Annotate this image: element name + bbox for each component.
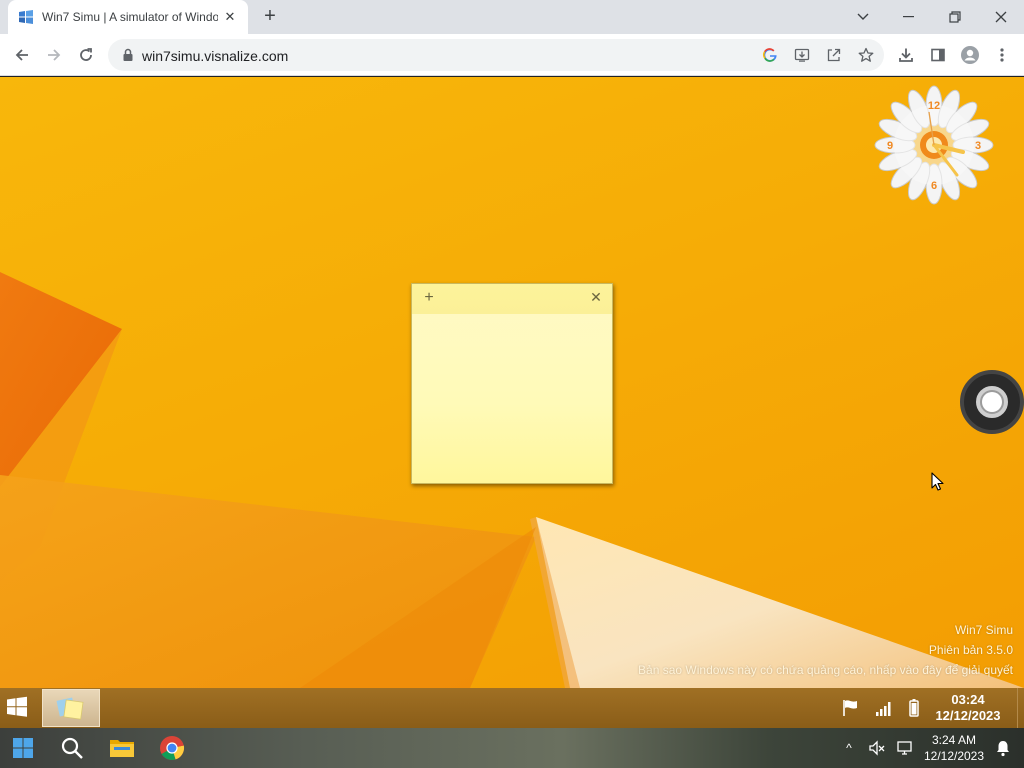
os-clock-date: 12/12/2023	[923, 749, 985, 763]
sim-start-button[interactable]	[6, 696, 30, 720]
watermark-notice[interactable]: Bản sao Windows này có chứa quảng cáo, n…	[638, 660, 1013, 680]
sim-clock-time: 03:24	[951, 692, 985, 707]
assistive-touch-button[interactable]	[960, 370, 1024, 434]
clock-numeral-9: 9	[887, 140, 893, 152]
sticky-note-add-button[interactable]: +	[422, 289, 436, 307]
browser-menu-icon[interactable]	[988, 41, 1016, 69]
new-tab-button[interactable]: +	[258, 5, 282, 29]
url-text[interactable]: win7simu.visnalize.com	[142, 48, 288, 64]
network-signal-icon[interactable]	[874, 698, 894, 718]
sticky-note-close-button[interactable]: ✕	[589, 289, 603, 307]
volume-muted-icon[interactable]	[868, 739, 886, 757]
tab-strip: Win7 Simu | A simulator of Windows ✕ +	[0, 0, 1024, 34]
profile-avatar-icon[interactable]	[956, 41, 984, 69]
install-app-icon[interactable]	[792, 45, 812, 65]
search-icon[interactable]	[58, 734, 86, 762]
windows-logo-favicon-icon	[18, 9, 34, 25]
mouse-cursor-icon	[931, 472, 944, 491]
sim-taskbar-sticky-notes-app[interactable]	[42, 689, 100, 727]
os-clock-time: 3:24 AM	[931, 733, 977, 747]
sticky-note[interactable]: + ✕	[411, 283, 613, 484]
activation-watermark[interactable]: Win7 Simu Phiên bản 3.5.0 Bản sao Window…	[638, 620, 1013, 680]
assistive-touch-core	[982, 392, 1002, 412]
simulated-taskbar: 03:24 12/12/2023	[0, 688, 1024, 728]
file-explorer-icon[interactable]	[108, 734, 136, 762]
assistive-touch-ring-icon	[976, 386, 1008, 418]
browser-toolbar: win7simu.visnalize.com	[0, 34, 1024, 76]
minimize-button[interactable]	[886, 4, 932, 30]
battery-icon[interactable]	[904, 698, 924, 718]
sticky-note-header[interactable]: + ✕	[412, 284, 612, 314]
bookmark-star-icon[interactable]	[856, 45, 876, 65]
desktop[interactable]: 12 3 6 9 + ✕ Win7 Simu Phiên bản 3.5.0 B…	[0, 77, 1024, 688]
share-icon[interactable]	[824, 45, 844, 65]
clock-numeral-6: 6	[931, 180, 937, 192]
chrome-icon[interactable]	[158, 734, 186, 762]
sim-show-desktop-button[interactable]	[1017, 688, 1024, 728]
os-taskbar-clock[interactable]: 3:24 AM 12/12/2023	[918, 732, 990, 764]
restore-button[interactable]	[932, 4, 978, 30]
side-panel-icon[interactable]	[924, 41, 952, 69]
tab-title: Win7 Simu | A simulator of Windows	[42, 10, 218, 24]
network-monitor-icon[interactable]	[896, 739, 914, 757]
watermark-product: Win7 Simu	[954, 623, 1013, 637]
google-lens-icon[interactable]	[760, 45, 780, 65]
reload-button[interactable]	[72, 41, 100, 69]
forward-button[interactable]	[40, 41, 68, 69]
watermark-version: Phiên bản 3.5.0	[928, 643, 1013, 657]
notifications-bell-icon[interactable]	[994, 739, 1012, 757]
browser-tab[interactable]: Win7 Simu | A simulator of Windows ✕	[8, 0, 248, 34]
lock-icon[interactable]	[120, 47, 136, 63]
address-bar[interactable]: win7simu.visnalize.com	[108, 39, 884, 71]
windows-start-icon[interactable]	[9, 734, 37, 762]
clock-gadget[interactable]: 12 3 6 9	[871, 82, 997, 208]
tray-overflow-chevron-icon[interactable]: ^	[840, 739, 858, 757]
tab-search-chevron-icon[interactable]	[840, 4, 886, 30]
close-window-button[interactable]	[978, 4, 1024, 30]
clock-numeral-3: 3	[975, 140, 981, 152]
sticky-notes-app-icon	[56, 697, 84, 720]
action-center-flag-icon[interactable]	[841, 698, 861, 718]
back-button[interactable]	[8, 41, 36, 69]
sim-clock-date: 12/12/2023	[935, 708, 1001, 723]
os-taskbar: ^ 3:24 AM 12/12/2023	[0, 728, 1024, 768]
tab-close-icon[interactable]: ✕	[222, 9, 238, 25]
downloads-icon[interactable]	[892, 41, 920, 69]
clock-numeral-12: 12	[928, 100, 940, 112]
sim-taskbar-clock[interactable]: 03:24 12/12/2023	[930, 692, 1006, 724]
